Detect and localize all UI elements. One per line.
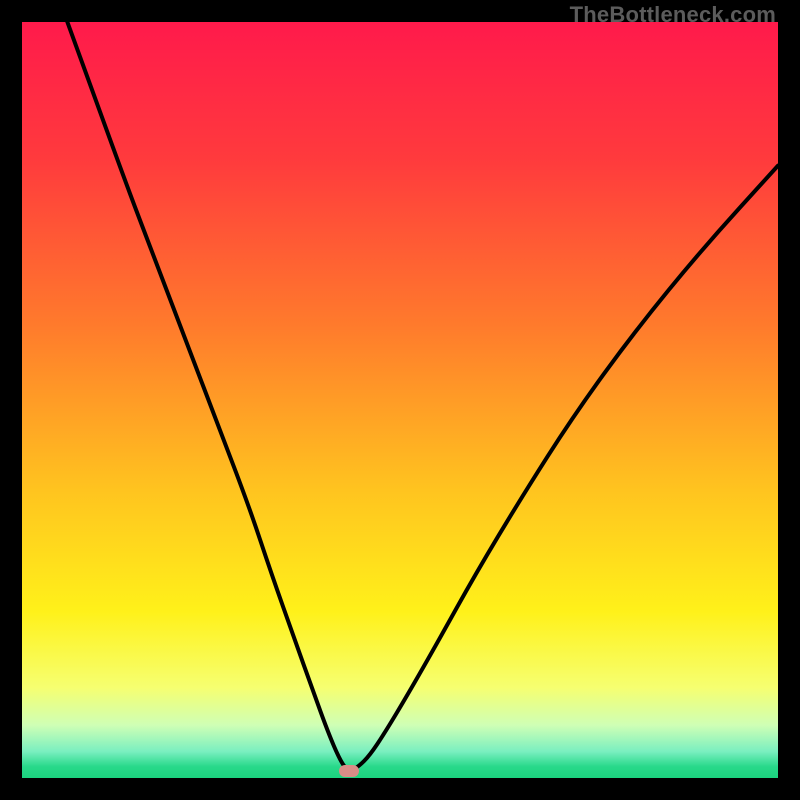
minimum-marker [339,765,359,777]
plot-area [22,22,778,778]
curve-line [22,22,778,778]
chart-frame: TheBottleneck.com [0,0,800,800]
